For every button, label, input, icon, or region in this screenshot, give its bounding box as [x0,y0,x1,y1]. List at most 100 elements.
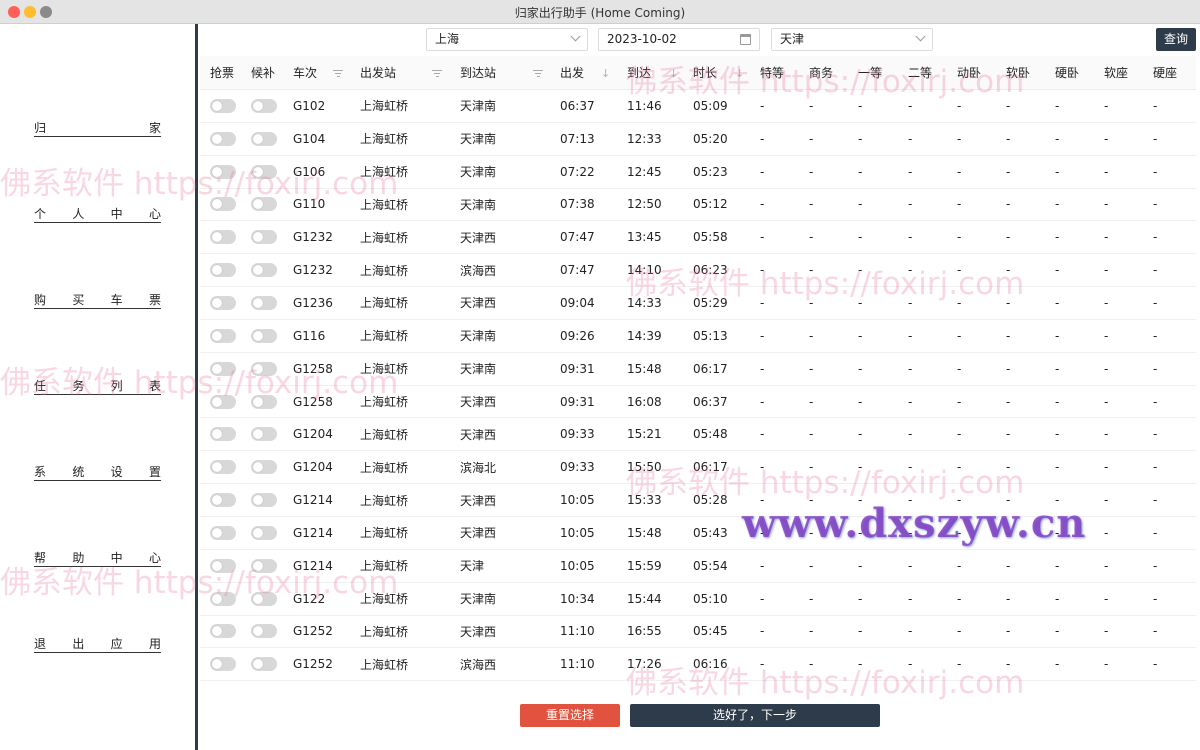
cell-depart: 10:34 [560,591,595,606]
cell-seat-special: - [760,295,765,310]
table-cell [251,648,277,680]
sidebar-item-char: 应 [110,637,123,651]
sidebar-item-char: 统 [72,465,85,479]
waitlist-toggle[interactable] [251,624,277,639]
waitlist-toggle[interactable] [251,230,277,245]
waitlist-toggle[interactable] [251,131,277,146]
grab-ticket-toggle[interactable] [210,295,236,310]
sidebar-item-char: 心 [148,551,161,565]
cell-seat-ruanwo: - [1006,493,1011,508]
grab-ticket-toggle[interactable] [210,591,236,606]
sidebar-item[interactable]: 退出应用 [34,637,161,653]
waitlist-toggle[interactable] [251,493,277,508]
cell-seat-business: - [809,328,814,343]
grab-ticket-toggle[interactable] [210,493,236,508]
sidebar-item-char: 助 [72,551,85,565]
filter-to-icon[interactable] [533,70,543,77]
waitlist-toggle[interactable] [251,558,277,573]
waitlist-toggle[interactable] [251,525,277,540]
sidebar-item-char: 家 [148,121,161,135]
grab-ticket-toggle[interactable] [210,525,236,540]
from-station-select[interactable]: 上海 [426,28,588,51]
cell-seat-second: - [908,657,913,672]
table-cell [251,353,277,385]
cell-seat-dongwo: - [957,657,962,672]
window-titlebar: 归家出行助手 (Home Coming) [0,0,1200,24]
waitlist-toggle[interactable] [251,591,277,606]
cell-to-station: 天津西 [460,526,497,541]
grab-ticket-toggle[interactable] [210,98,236,113]
cell-from-station: 上海虹桥 [360,132,409,147]
filter-train-icon[interactable] [333,70,343,77]
cell-seat-first: - [858,558,863,573]
sidebar-item[interactable]: 系统设置 [34,465,161,481]
cell-seat-dongwo: - [957,558,962,573]
grab-ticket-toggle[interactable] [210,230,236,245]
cell-from-station: 上海虹桥 [360,657,409,672]
cell-seat-business: - [809,591,814,606]
waitlist-toggle[interactable] [251,460,277,475]
cell-seat-yingzuo: - [1153,263,1158,278]
sidebar-item[interactable]: 任务列表 [34,379,161,395]
table-row: G1214 上海虹桥 天津西 10:05 15:48 05:43 - - - - - - - - - [200,517,1196,550]
grab-ticket-toggle[interactable] [210,558,236,573]
cell-depart: 09:33 [560,460,595,475]
window-title: 归家出行助手 (Home Coming) [514,6,686,20]
waitlist-toggle[interactable] [251,98,277,113]
next-step-button[interactable]: 选好了，下一步 [630,704,880,727]
from-station-value: 上海 [435,32,460,46]
sidebar-item[interactable]: 帮助中心 [34,551,161,567]
column-header-special: 特等 [760,66,785,80]
waitlist-toggle[interactable] [251,295,277,310]
cell-seat-first: - [858,361,863,376]
sort-duration-icon[interactable]: ↓ [735,67,744,80]
cell-arrive: 14:39 [627,328,662,343]
grab-ticket-toggle[interactable] [210,460,236,475]
cell-seat-yingwo: - [1055,460,1060,475]
grab-ticket-toggle[interactable] [210,361,236,376]
sort-arrive-icon[interactable]: ↓ [669,67,678,80]
grab-ticket-toggle[interactable] [210,197,236,212]
reset-selection-button[interactable]: 重置选择 [520,704,620,727]
grab-ticket-toggle[interactable] [210,657,236,672]
column-header-train-no[interactable]: 车次 [293,56,317,89]
sidebar-item-char: 心 [148,207,161,221]
grab-ticket-toggle[interactable] [210,427,236,442]
grab-ticket-toggle[interactable] [210,394,236,409]
cell-duration: 05:48 [693,427,728,442]
waitlist-toggle[interactable] [251,361,277,376]
sidebar-item-char: 归 [34,121,47,135]
waitlist-toggle[interactable] [251,427,277,442]
waitlist-toggle[interactable] [251,328,277,343]
cell-seat-first: - [858,295,863,310]
cell-seat-business: - [809,295,814,310]
cell-train-no: G102 [293,98,326,113]
grab-ticket-toggle[interactable] [210,263,236,278]
cell-train-no: G1236 [293,295,333,310]
to-station-select[interactable]: 天津 [771,28,933,51]
waitlist-toggle[interactable] [251,394,277,409]
waitlist-toggle[interactable] [251,263,277,278]
grab-ticket-toggle[interactable] [210,164,236,179]
grab-ticket-toggle[interactable] [210,624,236,639]
sidebar-item[interactable]: 归家 [34,121,161,137]
date-picker[interactable]: 2023-10-02 [598,28,760,51]
grab-ticket-toggle[interactable] [210,131,236,146]
column-header-arrive[interactable]: 到达 [627,56,651,89]
query-button[interactable]: 查询 [1156,28,1196,51]
waitlist-toggle[interactable] [251,164,277,179]
cell-duration: 05:54 [693,558,728,573]
grab-ticket-toggle[interactable] [210,328,236,343]
sidebar-item[interactable]: 个人中心 [34,207,161,223]
waitlist-toggle[interactable] [251,657,277,672]
column-header-to-station[interactable]: 到达站 [460,56,496,89]
column-header-depart[interactable]: 出发 [560,56,584,89]
waitlist-toggle[interactable] [251,197,277,212]
sidebar-item[interactable]: 购买车票 [34,293,161,309]
cell-seat-first: - [858,98,863,113]
column-header-from-station[interactable]: 出发站 [360,56,396,89]
sort-depart-icon[interactable]: ↓ [601,67,610,80]
filter-from-icon[interactable] [432,70,442,77]
column-header-duration[interactable]: 时长 [693,56,717,89]
table-row: G1258 上海虹桥 天津西 09:31 16:08 06:37 - - - - - - - - - [200,386,1196,419]
